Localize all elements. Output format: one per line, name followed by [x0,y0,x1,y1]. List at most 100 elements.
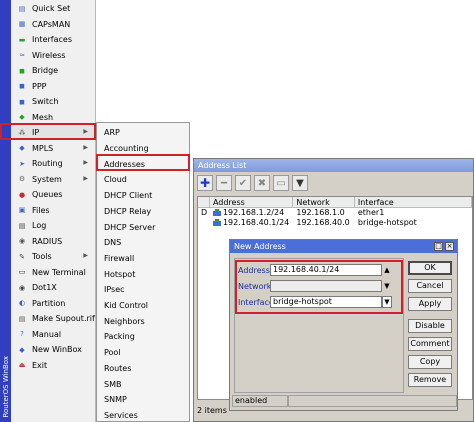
close-button[interactable]: × [445,242,454,251]
address-input[interactable]: 192.168.40.1/24 [270,264,382,276]
submenu-item-kid-control[interactable]: Kid Control [97,298,189,314]
cross-icon: ✖ [257,177,267,189]
comment-button[interactable]: Comment [408,337,452,351]
submenu-item-dhcp-relay[interactable]: DHCP Relay [97,204,189,220]
menu-item-partition[interactable]: ◐ Partition [11,296,96,311]
apply-button[interactable]: Apply [408,297,452,311]
column-header-flag[interactable] [198,197,210,207]
column-header-address[interactable]: Address [210,197,294,207]
terminal-icon: ▭ [18,268,26,276]
menu-item-capsman[interactable]: ▦ CAPsMAN [11,17,96,32]
menu-item-manual[interactable]: ? Manual [11,327,96,342]
menu-item-new-terminal[interactable]: ▭ New Terminal [11,265,96,280]
enable-button[interactable]: ✔ [235,175,251,191]
status-cell-empty [288,395,457,407]
interface-select[interactable]: bridge-hotspot [270,296,382,308]
menu-item-quick-set[interactable]: ▤ Quick Set [11,1,96,16]
submenu-item-pool[interactable]: Pool [97,345,189,361]
row-interface: bridge-hotspot [357,218,417,227]
menu-item-exit[interactable]: ⏏ Exit [11,358,96,373]
menu-item-ppp[interactable]: ◼ PPP [11,79,96,94]
items-count: 2 items [197,406,227,415]
row-flag [198,218,210,228]
menu-item-switch[interactable]: ◼ Switch [11,94,96,109]
filter-button[interactable]: ▼ [292,175,308,191]
submenu-item-ipsec[interactable]: IPsec [97,282,189,298]
menu-item-bridge[interactable]: ◼ Bridge [11,63,96,78]
menu-item-label: Dot1X [32,283,57,292]
remove-button[interactable]: ━ [216,175,232,191]
submenu-item-smb[interactable]: SMB [97,376,189,392]
submenu-item-dhcp-server[interactable]: DHCP Server [97,219,189,235]
menu-item-dot1x[interactable]: ◉ Dot1X [11,280,96,295]
menu-item-wireless[interactable]: ≈ Wireless [11,48,96,63]
submenu-item-services[interactable]: Services [97,408,189,422]
disable-button[interactable]: Disable [408,319,452,333]
menu-item-label: Files [32,205,50,215]
table-row[interactable]: 192.168.40.1/24 192.168.40.0 bridge-hots… [198,218,472,228]
submenu-item-neighbors[interactable]: Neighbors [97,313,189,329]
menu-item-label: Routing [32,159,63,168]
submenu-item-hotspot[interactable]: Hotspot [97,266,189,282]
menu-item-files[interactable]: ▣ Files [11,203,96,218]
submenu-item-firewall[interactable]: Firewall [97,251,189,267]
network-input[interactable] [270,280,382,292]
add-button[interactable]: ✚ [197,175,213,191]
radius-icon: ◉ [18,237,26,245]
status-bar: enabled [232,395,457,407]
menu-item-label: CAPsMAN [32,19,71,29]
supout-icon: ▤ [18,314,26,323]
row-interface: ether1 [357,208,385,217]
ok-button[interactable]: OK [408,261,452,275]
cancel-button[interactable]: Cancel [408,279,452,293]
submenu-item-snmp[interactable]: SNMP [97,392,189,408]
submenu-item-dns[interactable]: DNS [97,235,189,251]
address-label: Address: [238,265,273,275]
exit-icon: ⏏ [18,361,26,369]
submenu-item-packing[interactable]: Packing [97,329,189,345]
address-spin[interactable]: ▲ [382,264,392,276]
column-header-network[interactable]: Network [293,197,355,207]
menu-item-label: Partition [32,298,66,308]
network-dropdown[interactable]: ▼ [382,280,392,292]
menu-item-interfaces[interactable]: ▬ Interfaces [11,32,96,47]
submenu-arrow-icon: ▶ [83,174,88,182]
submenu-item-routes[interactable]: Routes [97,361,189,377]
submenu-item-dhcp-client[interactable]: DHCP Client [97,188,189,204]
row-network: 192.168.40.0 [296,218,350,227]
column-header-interface[interactable]: Interface [355,197,472,207]
mesh-icon: ◆ [19,113,25,121]
menu-item-label: MPLS [32,143,54,153]
row-flag: D [201,208,208,217]
menu-item-label: Wireless [32,50,66,60]
menu-item-routing[interactable]: ➤ Routing ▶ [11,156,96,171]
table-row[interactable]: D 192.168.1.2/24 192.168.1.0 ether1 [198,208,472,218]
menu-item-new-winbox[interactable]: ◆ New WinBox [11,342,96,357]
bridge-icon: ◼ [19,66,25,75]
menu-item-tools[interactable]: ✎ Tools ▶ [11,249,96,264]
interface-row: Interface: bridge-hotspot ▼ [238,296,392,308]
remove-button[interactable]: Remove [408,373,452,387]
menu-item-log[interactable]: ▤ Log [11,218,96,233]
menu-item-radius[interactable]: ◉ RADIUS [11,234,96,249]
interface-dropdown[interactable]: ▼ [382,296,392,308]
copy-button[interactable]: Copy [408,355,452,369]
menu-item-mpls[interactable]: ◆ MPLS ▶ [11,141,96,156]
menu-item-label: New Terminal [32,267,86,277]
menu-item-system[interactable]: ⚙ System ▶ [11,172,96,187]
close-icon: × [446,242,453,250]
menu-item-label: New WinBox [32,345,82,354]
interfaces-icon: ▬ [18,35,26,44]
menu-item-queues[interactable]: ● Queues [11,187,96,202]
address-icon [212,209,221,217]
submenu-item-arp[interactable]: ARP [97,125,189,141]
menu-item-make-supout-rif[interactable]: ▤ Make Supout.rif [11,311,96,326]
menu-item-label: System [32,174,62,184]
switch-icon: ◼ [19,97,25,106]
comment-button[interactable]: ▭ [273,175,289,191]
row-network: 192.168.1.0 [296,208,345,217]
disable-button[interactable]: ✖ [254,175,270,191]
new-address-title: New Address [230,240,457,253]
maximize-button[interactable]: □ [434,242,443,251]
submenu-item-cloud[interactable]: Cloud [97,172,189,188]
